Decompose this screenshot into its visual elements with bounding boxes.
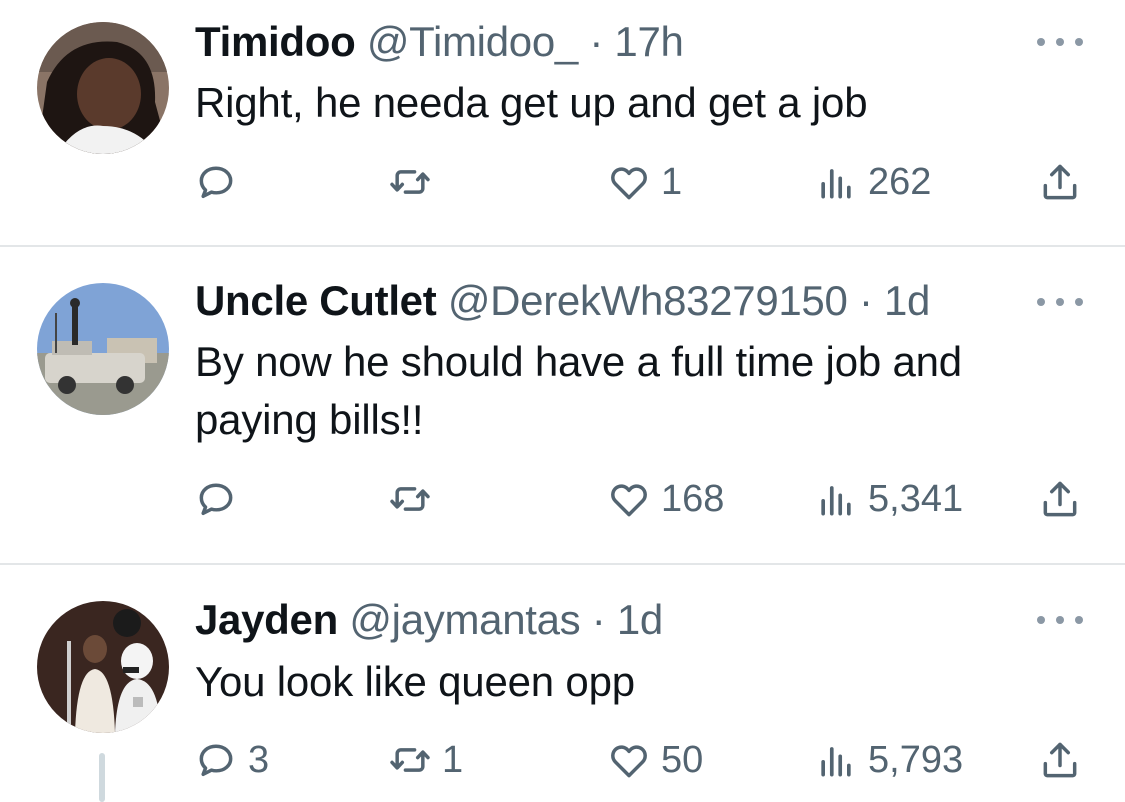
like-button[interactable]: 168 <box>607 474 724 524</box>
tweet-text-line: paying bills!! <box>195 396 424 443</box>
display-name[interactable]: Timidoo <box>195 18 356 65</box>
views-button[interactable]: 5,793 <box>814 735 963 785</box>
retweet-button[interactable] <box>388 157 442 207</box>
tweet-header: Timidoo @Timidoo_ · 17h <box>195 18 1125 66</box>
views-icon <box>821 169 851 199</box>
views-button[interactable]: 5,341 <box>814 474 963 524</box>
avatar[interactable] <box>37 22 169 154</box>
share-button[interactable] <box>1038 735 1082 785</box>
separator-dot: · <box>589 18 604 65</box>
tweet-text-line: Right, he needa get up and get a job <box>195 79 868 126</box>
like-count: 1 <box>661 160 683 203</box>
like-count: 168 <box>661 477 725 520</box>
timestamp[interactable]: 1d <box>617 596 663 643</box>
tweet-2[interactable]: Uncle Cutlet @DerekWh83279150 · 1d By no… <box>0 247 1125 563</box>
views-icon <box>821 486 851 516</box>
separator-dot: · <box>591 596 606 643</box>
reply-icon <box>199 744 233 777</box>
tweet-text-line: You look like queen opp <box>195 658 635 705</box>
timestamp[interactable]: 17h <box>614 18 683 65</box>
avatar-image <box>37 601 169 733</box>
view-count: 5,793 <box>868 738 964 781</box>
views-button[interactable]: 262 <box>814 157 931 207</box>
reply-count: 3 <box>248 738 270 781</box>
share-button[interactable] <box>1038 474 1082 524</box>
display-name[interactable]: Jayden <box>195 596 338 643</box>
share-icon <box>1043 481 1077 517</box>
action-bar: 3 1 50 5,793 <box>0 735 1125 785</box>
avatar-image <box>37 22 169 154</box>
like-icon <box>611 167 647 200</box>
user-handle[interactable]: @Timidoo_ <box>367 18 578 65</box>
like-icon <box>611 745 647 778</box>
user-handle[interactable]: @jaymantas <box>349 596 580 643</box>
tweet-3[interactable]: Jayden @jaymantas · 1d You look like que… <box>0 565 1125 802</box>
retweet-icon <box>390 748 430 772</box>
share-icon <box>1043 742 1077 778</box>
reply-icon <box>199 166 233 199</box>
like-button[interactable]: 1 <box>607 157 682 207</box>
view-count: 5,341 <box>868 477 964 520</box>
tweet-1[interactable]: Timidoo @Timidoo_ · 17h Right, he needa … <box>0 0 1125 246</box>
share-button[interactable] <box>1038 157 1082 207</box>
avatar-image <box>37 283 169 415</box>
reply-icon <box>199 483 233 516</box>
more-options-icon[interactable] <box>1037 36 1083 48</box>
timestamp[interactable]: 1d <box>884 277 930 324</box>
like-icon <box>611 484 647 517</box>
tweet-text-line: By now he should have a full time job an… <box>195 338 962 385</box>
avatar[interactable] <box>37 601 169 733</box>
like-count: 50 <box>661 738 704 781</box>
retweet-icon <box>390 170 430 194</box>
action-bar: 168 5,341 <box>0 474 1125 524</box>
more-options-icon[interactable] <box>1037 296 1083 308</box>
tweet-header: Jayden @jaymantas · 1d <box>195 596 1125 644</box>
retweet-count: 1 <box>442 738 464 781</box>
user-handle[interactable]: @DerekWh83279150 <box>448 277 848 324</box>
retweet-button[interactable] <box>388 474 442 524</box>
display-name[interactable]: Uncle Cutlet <box>195 277 437 324</box>
tweet-header: Uncle Cutlet @DerekWh83279150 · 1d <box>195 277 1125 325</box>
action-bar: 1 262 <box>0 157 1125 207</box>
views-icon <box>821 747 851 777</box>
like-button[interactable]: 50 <box>607 735 703 785</box>
reply-button[interactable] <box>194 474 248 524</box>
reply-button[interactable]: 3 <box>194 735 269 785</box>
tweet-text: Right, he needa get up and get a job <box>195 74 1075 132</box>
separator-dot: · <box>858 277 873 324</box>
tweet-text: By now he should have a full time job an… <box>195 333 1075 449</box>
more-options-icon[interactable] <box>1037 614 1083 626</box>
tweet-text: You look like queen opp <box>195 653 1075 711</box>
retweet-icon <box>390 487 430 511</box>
view-count: 262 <box>868 160 932 203</box>
avatar[interactable] <box>37 283 169 415</box>
reply-button[interactable] <box>194 157 248 207</box>
retweet-button[interactable]: 1 <box>388 735 463 785</box>
share-icon <box>1043 164 1077 200</box>
